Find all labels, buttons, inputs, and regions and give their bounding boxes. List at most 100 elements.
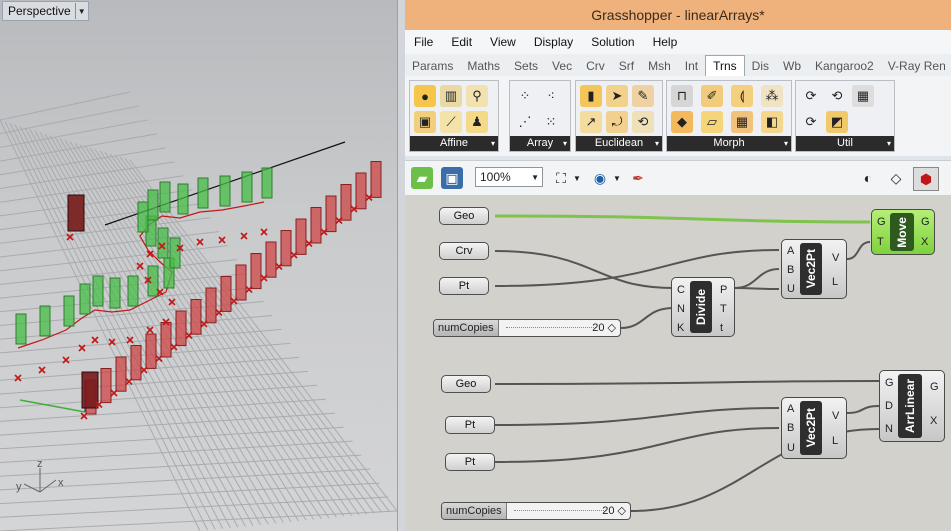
move-away-icon[interactable]: ↗	[580, 111, 602, 133]
arrlinear-output-g[interactable]: G	[930, 381, 939, 393]
bounds-icon[interactable]: ⚲	[466, 85, 488, 107]
rotate-axis-icon[interactable]: ✎	[632, 85, 654, 107]
rotate-3d-icon[interactable]: ⟲	[632, 111, 654, 133]
vec2pt-input-u[interactable]: U	[787, 283, 795, 295]
numcopies-slider[interactable]: numCopies 20 ◇	[441, 502, 631, 520]
preview-eye-icon[interactable]: ◉	[589, 167, 611, 189]
shear-icon[interactable]: ⟋	[440, 111, 462, 133]
grid-array-icon[interactable]: ⁙	[540, 111, 562, 133]
tab-srf[interactable]: Srf	[612, 56, 641, 76]
viewport-title[interactable]: Perspective	[3, 4, 75, 18]
tab-int[interactable]: Int	[678, 56, 705, 76]
panel-label-array[interactable]: Array ▾	[510, 136, 570, 151]
tab-vray[interactable]: V-Ray Ren	[881, 56, 951, 76]
group-icon[interactable]: ◩	[826, 111, 848, 133]
rotate-icon[interactable]: ♟	[466, 111, 488, 133]
arrlinear-input-n[interactable]: N	[885, 423, 893, 435]
tab-maths[interactable]: Maths	[460, 56, 507, 76]
arrlinear-component[interactable]: G D N ArrLinear G X	[879, 370, 945, 442]
arrlinear-input-d[interactable]: D	[885, 400, 893, 412]
menu-help[interactable]: Help	[644, 35, 687, 49]
scale-icon[interactable]: ▣	[414, 111, 436, 133]
move-input-t[interactable]: T	[877, 236, 884, 248]
tab-trns[interactable]: Trns	[705, 55, 745, 76]
crv-param[interactable]: Crv	[439, 242, 489, 260]
pt-param[interactable]: Pt	[445, 453, 495, 471]
mirror-icon[interactable]: ▥	[440, 85, 462, 107]
box-morph-icon[interactable]: ⊓	[671, 85, 693, 107]
inverse-transform-icon[interactable]: ⟳	[800, 111, 822, 133]
vec2pt-component[interactable]: A B U Vec2Pt V L	[781, 397, 847, 459]
curve-array-icon[interactable]: ⁘	[514, 85, 536, 107]
zoom-extents-icon[interactable]: ⛶	[551, 167, 571, 189]
grasshopper-canvas[interactable]: Geo Crv Pt numCopies 20 ◇ C N K Divide P…	[405, 195, 951, 531]
open-file-icon[interactable]: ▰	[411, 167, 433, 189]
move-output-g[interactable]: G	[921, 216, 930, 228]
tab-wb[interactable]: Wb	[776, 56, 808, 76]
wireframe-icon[interactable]: ◇	[885, 167, 907, 189]
menu-solution[interactable]: Solution	[582, 35, 643, 49]
vec2pt-input-u[interactable]: U	[787, 442, 795, 454]
mirror-plane-icon[interactable]: ▮	[580, 85, 602, 107]
move-icon[interactable]: ➤	[606, 85, 628, 107]
tab-vec[interactable]: Vec	[545, 56, 579, 76]
pt-param[interactable]: Pt	[439, 277, 489, 295]
panel-label-affine[interactable]: Affine ▾	[410, 136, 498, 151]
vec2pt-output-v[interactable]: V	[832, 410, 839, 422]
surface-morph-icon[interactable]: ✐	[701, 85, 723, 107]
divide-input-k[interactable]: K	[677, 322, 684, 334]
preview-mode-icon[interactable]: ◐	[857, 167, 879, 189]
pt-param[interactable]: Pt	[445, 416, 495, 434]
compound-icon[interactable]: ⟳	[800, 85, 822, 107]
move-component[interactable]: G T Move G X	[871, 209, 935, 255]
divide-input-n[interactable]: N	[677, 303, 685, 315]
arrlinear-input-g[interactable]: G	[885, 377, 894, 389]
tab-dis[interactable]: Dis	[745, 56, 776, 76]
arrlinear-output-x[interactable]: X	[930, 415, 937, 427]
menu-view[interactable]: View	[481, 35, 525, 49]
bend-icon[interactable]: ⟬	[731, 85, 753, 107]
move-input-g[interactable]: G	[877, 216, 886, 228]
split-transform-icon[interactable]: ⟲	[826, 85, 848, 107]
vec2pt-input-a[interactable]: A	[787, 245, 794, 257]
map-surface-icon[interactable]: ◆	[671, 111, 693, 133]
orient-direction-icon[interactable]: ⤾	[606, 111, 628, 133]
menu-edit[interactable]: Edit	[442, 35, 481, 49]
polar-array-icon[interactable]: ⁖	[540, 85, 562, 107]
orient-icon[interactable]: ●	[414, 85, 436, 107]
box-map-icon[interactable]: ▦	[731, 111, 753, 133]
vec2pt-output-v[interactable]: V	[832, 252, 839, 264]
tab-params[interactable]: Params	[405, 56, 460, 76]
vec2pt-input-a[interactable]: A	[787, 403, 794, 415]
splop-icon[interactable]: ▱	[701, 111, 723, 133]
vec2pt-output-l[interactable]: L	[832, 276, 838, 288]
chevron-down-icon[interactable]: ▼	[573, 167, 581, 189]
shaded-preview-icon[interactable]: ⬢	[913, 167, 939, 191]
zoom-select[interactable]: 100% ▼	[475, 167, 543, 187]
panel-label-util[interactable]: Util ▾	[796, 136, 894, 151]
divide-output-p[interactable]: P	[720, 284, 727, 296]
viewport-tab[interactable]: Perspective ▼	[2, 1, 89, 21]
vec2pt-component[interactable]: A B U Vec2Pt V L	[781, 239, 847, 299]
save-file-icon[interactable]: ▣	[441, 167, 463, 189]
panel-label-morph[interactable]: Morph ▾	[667, 136, 791, 151]
divide-input-c[interactable]: C	[677, 284, 685, 296]
chevron-down-icon[interactable]: ▼	[74, 3, 88, 19]
tab-crv[interactable]: Crv	[579, 56, 612, 76]
tab-sets[interactable]: Sets	[507, 56, 545, 76]
slider-track[interactable]	[506, 327, 596, 329]
vec2pt-input-b[interactable]: B	[787, 422, 794, 434]
transform-grid-icon[interactable]: ▦	[852, 85, 874, 107]
flatten-icon[interactable]: ◧	[761, 111, 783, 133]
tab-msh[interactable]: Msh	[641, 56, 678, 76]
panel-label-euclidean[interactable]: Euclidean ▾	[576, 136, 662, 151]
slider-track[interactable]	[514, 510, 606, 512]
sketch-pen-icon[interactable]: ✒	[627, 167, 649, 189]
rhino-viewport[interactable]: x y z Perspective ▼	[0, 0, 397, 531]
chevron-down-icon[interactable]: ▼	[613, 167, 621, 189]
divide-output-tparam[interactable]: t	[720, 322, 723, 334]
menu-display[interactable]: Display	[525, 35, 582, 49]
numcopies-slider[interactable]: numCopies 20 ◇	[433, 319, 621, 337]
divide-component[interactable]: C N K Divide P T t	[671, 277, 735, 337]
vec2pt-input-b[interactable]: B	[787, 264, 794, 276]
